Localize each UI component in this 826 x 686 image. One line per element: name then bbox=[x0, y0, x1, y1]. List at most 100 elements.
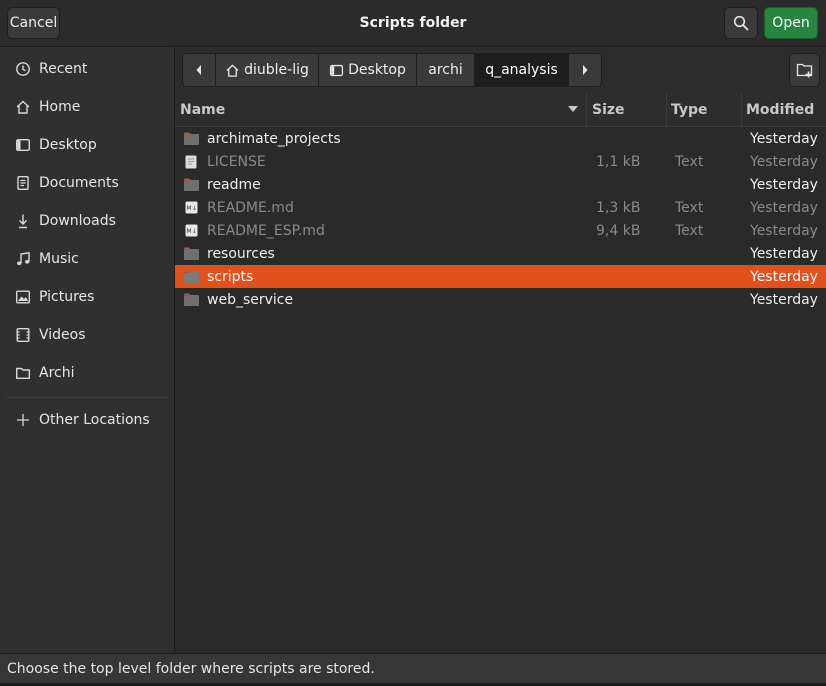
desktop-icon bbox=[330, 64, 344, 76]
svg-text:M↓: M↓ bbox=[186, 205, 196, 212]
file-row[interactable]: archimate_projects Yesterday bbox=[175, 127, 826, 150]
file-name: README_ESP.md bbox=[207, 222, 325, 239]
download-icon bbox=[14, 213, 32, 229]
sidebar-item-pictures[interactable]: Pictures bbox=[0, 279, 174, 315]
file-name: LICENSE bbox=[207, 153, 266, 170]
path-back-button[interactable] bbox=[183, 54, 216, 86]
sidebar-item-label: Videos bbox=[39, 327, 86, 343]
text-file-icon bbox=[185, 150, 197, 173]
document-icon bbox=[14, 175, 32, 191]
sidebar-item-label: Downloads bbox=[39, 213, 116, 229]
places-sidebar: Recent Home Desktop Documents Downloads … bbox=[0, 47, 175, 653]
column-label: Modified bbox=[746, 101, 815, 118]
file-modified: Yesterday bbox=[750, 291, 818, 308]
svg-text:M↓: M↓ bbox=[186, 228, 196, 235]
sort-down-icon bbox=[568, 106, 578, 112]
cancel-button[interactable]: Cancel bbox=[7, 7, 60, 39]
open-button[interactable]: Open bbox=[764, 7, 818, 39]
music-icon bbox=[14, 251, 32, 267]
file-size: 1,1 kB bbox=[596, 153, 641, 170]
file-type: Text bbox=[675, 222, 704, 239]
file-modified: Yesterday bbox=[750, 153, 818, 170]
sidebar-item-other-locations[interactable]: Other Locations bbox=[0, 402, 174, 438]
path-crumb-archi[interactable]: archi bbox=[417, 54, 475, 86]
column-type-header[interactable]: Type bbox=[667, 93, 742, 126]
sidebar-item-label: Desktop bbox=[39, 137, 97, 153]
file-modified: Yesterday bbox=[750, 245, 818, 262]
path-crumb-label: q_analysis bbox=[485, 62, 558, 78]
sidebar-item-desktop[interactable]: Desktop bbox=[0, 127, 174, 163]
path-crumb-label: diuble-lig bbox=[244, 62, 309, 78]
desktop-icon bbox=[14, 137, 32, 153]
plus-icon bbox=[14, 413, 32, 427]
sidebar-item-documents[interactable]: Documents bbox=[0, 165, 174, 201]
column-label: Type bbox=[671, 101, 708, 118]
status-bar: Choose the top level folder where script… bbox=[0, 653, 826, 684]
file-row-selected[interactable]: scripts Yesterday bbox=[175, 265, 826, 288]
path-crumb-label: Desktop bbox=[348, 62, 406, 78]
home-icon bbox=[226, 63, 239, 77]
path-bar: diuble-lig Desktop archi q_analysis bbox=[182, 53, 602, 87]
sidebar-item-label: Archi bbox=[39, 365, 75, 381]
markdown-file-icon: M↓ bbox=[185, 219, 198, 242]
sidebar-item-label: Music bbox=[39, 251, 79, 267]
path-forward-button[interactable] bbox=[569, 54, 601, 86]
dialog-title: Scripts folder bbox=[359, 15, 467, 31]
column-label: Size bbox=[592, 101, 625, 118]
file-list: Name Size Type Modified archimate_projec… bbox=[175, 93, 826, 653]
sidebar-item-home[interactable]: Home bbox=[0, 89, 174, 125]
sidebar-item-recent[interactable]: Recent bbox=[0, 51, 174, 87]
file-size: 1,3 kB bbox=[596, 199, 641, 216]
file-name: web_service bbox=[207, 291, 294, 308]
folder-icon bbox=[14, 365, 32, 381]
home-icon bbox=[14, 99, 32, 115]
sidebar-item-music[interactable]: Music bbox=[0, 241, 174, 277]
file-modified: Yesterday bbox=[750, 199, 818, 216]
file-row[interactable]: M↓ README.md 1,3 kB Text Yesterday bbox=[175, 196, 826, 219]
path-crumb-desktop[interactable]: Desktop bbox=[319, 54, 417, 86]
sidebar-item-label: Home bbox=[39, 99, 81, 115]
folder-icon bbox=[184, 242, 199, 265]
folder-icon bbox=[184, 265, 199, 288]
file-type: Text bbox=[675, 153, 704, 170]
file-modified: Yesterday bbox=[750, 222, 818, 239]
column-name-header[interactable]: Name bbox=[175, 93, 587, 126]
path-crumb-home[interactable]: diuble-lig bbox=[216, 54, 319, 86]
sidebar-item-label: Documents bbox=[39, 175, 119, 191]
search-button[interactable] bbox=[724, 7, 758, 39]
sidebar-item-downloads[interactable]: Downloads bbox=[0, 203, 174, 239]
status-text: Choose the top level folder where script… bbox=[7, 661, 375, 677]
folder-icon bbox=[184, 288, 199, 311]
sidebar-item-label: Recent bbox=[39, 61, 88, 77]
new-folder-button[interactable] bbox=[789, 53, 820, 87]
file-name: resources bbox=[207, 245, 275, 262]
sidebar-item-label: Other Locations bbox=[39, 412, 150, 428]
chevron-left-icon bbox=[196, 65, 201, 75]
file-row[interactable]: resources Yesterday bbox=[175, 242, 826, 265]
file-row[interactable]: M↓ README_ESP.md 9,4 kB Text Yesterday bbox=[175, 219, 826, 242]
file-row[interactable]: web_service Yesterday bbox=[175, 288, 826, 311]
folder-icon bbox=[184, 127, 199, 150]
file-name: scripts bbox=[207, 268, 254, 285]
new-folder-icon bbox=[796, 63, 812, 78]
search-icon bbox=[733, 15, 749, 31]
pictures-icon bbox=[14, 289, 32, 305]
file-row[interactable]: LICENSE 1,1 kB Text Yesterday bbox=[175, 150, 826, 173]
sidebar-divider bbox=[6, 397, 168, 398]
markdown-file-icon: M↓ bbox=[185, 196, 198, 219]
file-row[interactable]: readme Yesterday bbox=[175, 173, 826, 196]
header-bar: Cancel Scripts folder Open bbox=[0, 0, 826, 47]
column-label: Name bbox=[180, 101, 226, 118]
video-icon bbox=[14, 327, 32, 343]
file-size: 9,4 kB bbox=[596, 222, 641, 239]
path-crumb-q-analysis[interactable]: q_analysis bbox=[475, 54, 569, 86]
sidebar-item-archi[interactable]: Archi bbox=[0, 355, 174, 391]
column-modified-header[interactable]: Modified bbox=[742, 93, 826, 126]
sidebar-item-label: Pictures bbox=[39, 289, 95, 305]
column-size-header[interactable]: Size bbox=[587, 93, 667, 126]
sidebar-item-videos[interactable]: Videos bbox=[0, 317, 174, 353]
chevron-right-icon bbox=[583, 65, 588, 75]
file-modified: Yesterday bbox=[750, 176, 818, 193]
file-type: Text bbox=[675, 199, 704, 216]
file-name: README.md bbox=[207, 199, 294, 216]
